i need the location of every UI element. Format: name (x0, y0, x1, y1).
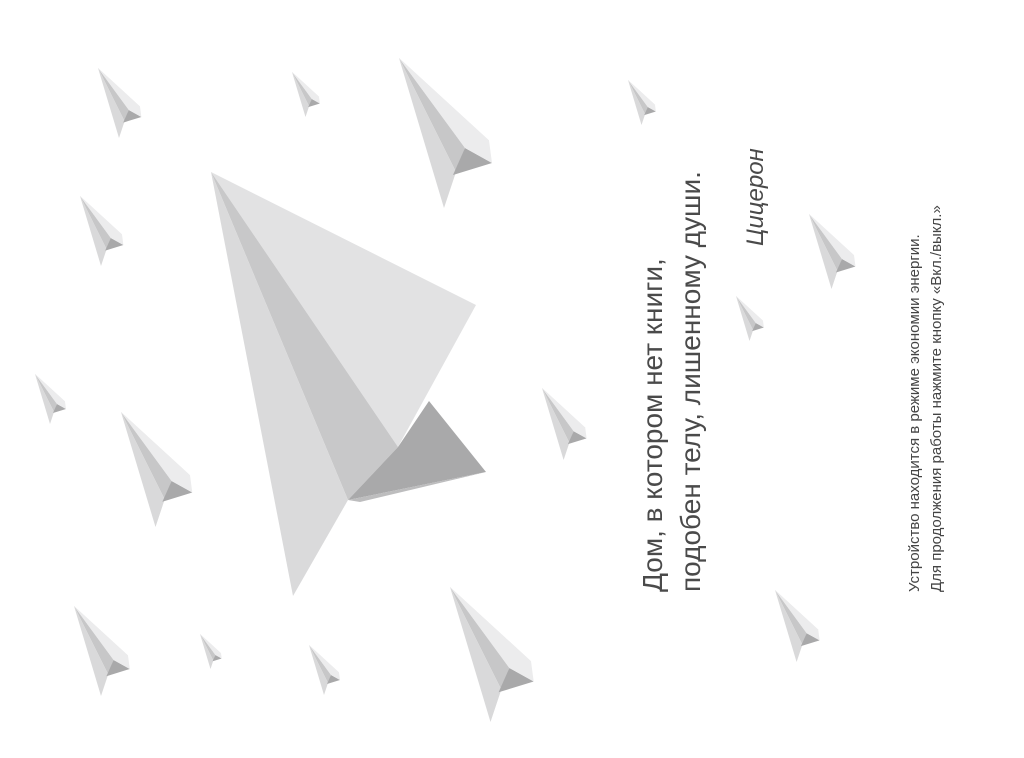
paper-plane-icon (450, 587, 534, 722)
notice-line-2: Для продолжения работы нажмите кнопку «В… (928, 205, 945, 592)
notice-line-1: Устройство находится в режиме экономии э… (906, 234, 923, 592)
paper-plane-icon (809, 214, 856, 289)
paper-plane-icon (775, 590, 820, 662)
paper-plane-icon (80, 196, 124, 266)
paper-plane-icon (542, 388, 587, 460)
power-saving-notice: Устройство находится в режиме экономии э… (904, 122, 948, 592)
paper-plane-icon (309, 645, 340, 695)
paper-plane-icon (74, 606, 130, 696)
paper-plane-icon (35, 374, 66, 424)
quote-author: Цицерон (742, 148, 769, 246)
paper-planes-illustration (35, 58, 856, 722)
paper-plane-icon (200, 634, 222, 669)
sleep-screen: Дом, в котором нет книги, подобен телу, … (0, 0, 1024, 758)
paper-plane-icon (399, 58, 492, 208)
quote-text: Дом, в котором нет книги, подобен телу, … (634, 32, 710, 592)
paper-plane-icon (98, 68, 142, 138)
paper-plane-icon (121, 412, 193, 527)
quote-line-1: Дом, в котором нет книги, (637, 258, 668, 592)
paper-plane-large-icon (211, 172, 486, 596)
paper-plane-icon (736, 296, 764, 341)
quote-line-2: подобен телу, лишенному души. (675, 171, 706, 592)
paper-plane-icon (292, 72, 320, 117)
